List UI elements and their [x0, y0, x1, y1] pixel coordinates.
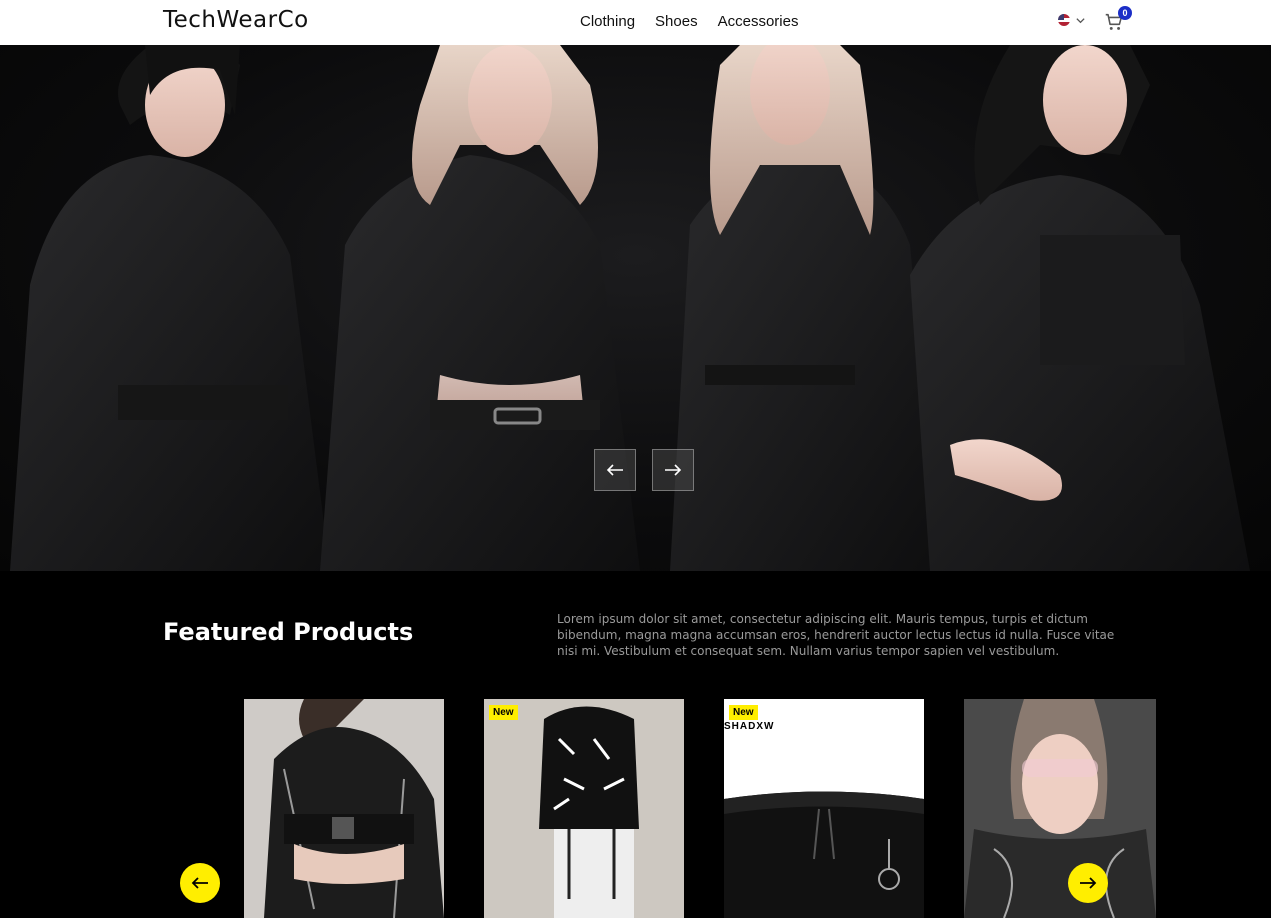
- arrow-left-icon: [191, 877, 208, 889]
- new-badge: New: [729, 705, 758, 720]
- product-image: [964, 699, 1156, 918]
- product-image: [244, 699, 444, 918]
- arrow-right-icon: [665, 464, 682, 476]
- cart-count-badge: 0: [1118, 6, 1132, 20]
- hero-prev-button[interactable]: [594, 449, 636, 491]
- site-logo[interactable]: TechWearCo: [163, 7, 309, 33]
- product-card[interactable]: New SHADXW: [724, 699, 924, 918]
- brand-label: SHADXW: [724, 721, 775, 732]
- us-flag-icon: [1058, 14, 1070, 26]
- nav-item-shoes[interactable]: Shoes: [655, 13, 698, 30]
- arrow-right-icon: [1080, 877, 1097, 889]
- arrow-left-icon: [606, 464, 623, 476]
- featured-description: Lorem ipsum dolor sit amet, consectetur …: [557, 612, 1115, 658]
- chevron-down-icon: [1076, 17, 1085, 23]
- carousel-prev-button[interactable]: [180, 863, 220, 903]
- product-image: [484, 699, 684, 918]
- product-card[interactable]: [964, 699, 1156, 918]
- new-badge: New: [489, 705, 518, 720]
- product-card[interactable]: New: [484, 699, 684, 918]
- carousel-next-button[interactable]: [1068, 863, 1108, 903]
- main-nav: Clothing Shoes Accessories: [580, 13, 798, 30]
- site-header: TechWearCo Clothing Shoes Accessories 0: [0, 0, 1271, 45]
- nav-item-clothing[interactable]: Clothing: [580, 13, 635, 30]
- product-card[interactable]: [244, 699, 444, 918]
- featured-title: Featured Products: [163, 618, 414, 646]
- hero-next-button[interactable]: [652, 449, 694, 491]
- nav-item-accessories[interactable]: Accessories: [718, 13, 799, 30]
- language-selector[interactable]: [1058, 14, 1086, 26]
- hero-image: [10, 45, 1250, 571]
- hero-banner: [0, 45, 1271, 571]
